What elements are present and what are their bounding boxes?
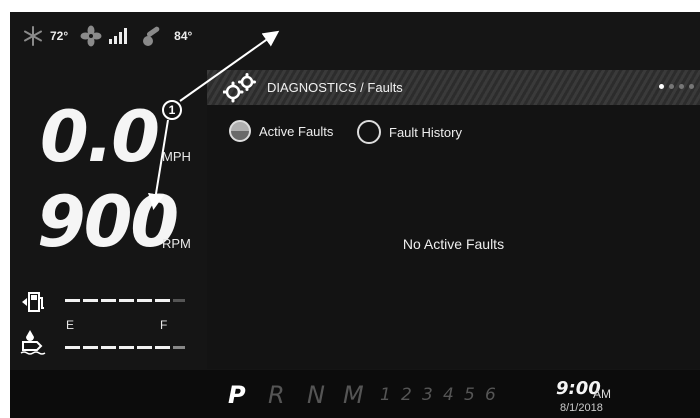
gear-5: 5 <box>464 385 475 405</box>
gear-6: 6 <box>485 385 496 405</box>
gear-park: P <box>228 381 246 409</box>
clock-ampm: AM <box>593 387 611 401</box>
callout-arrows <box>148 30 280 210</box>
clock-date: 8/1/2018 <box>560 402 603 414</box>
gear-4: 4 <box>443 385 454 405</box>
gear-3: 3 <box>422 385 433 405</box>
gear-manual: M <box>343 381 364 409</box>
gear-neutral: N <box>307 381 325 409</box>
gear-reverse: R <box>268 381 285 409</box>
gear-1: 1 <box>380 385 391 405</box>
callout-marker: 1 <box>162 100 182 120</box>
gear-2: 2 <box>401 385 412 405</box>
